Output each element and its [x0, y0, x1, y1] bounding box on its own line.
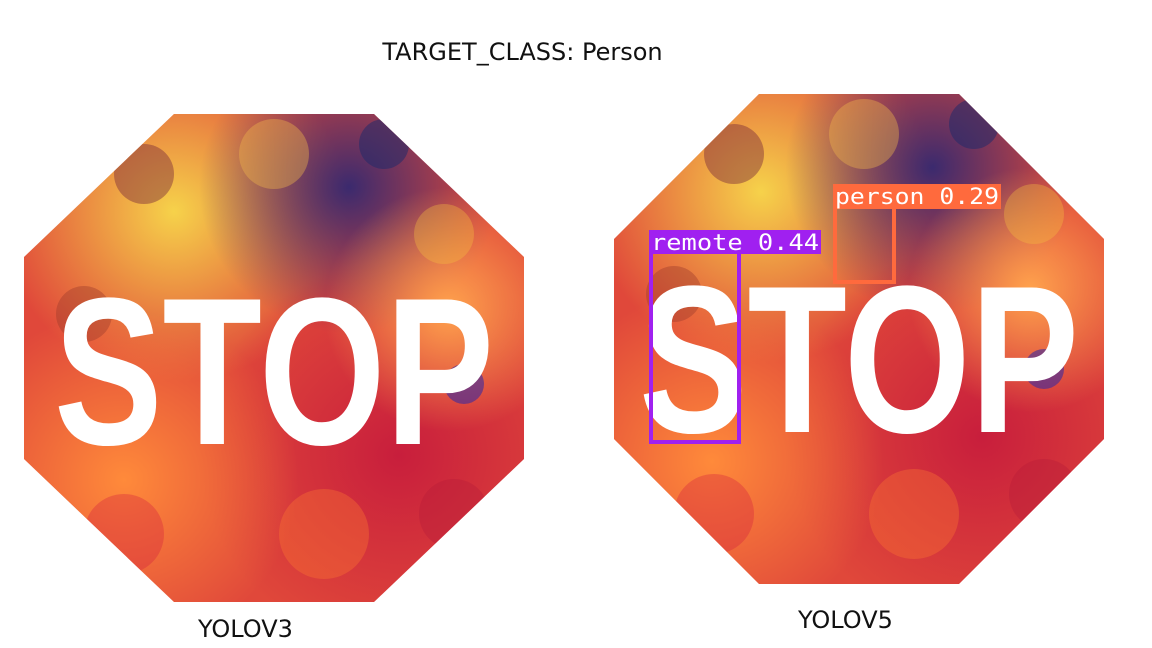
person-label: person 0.29: [835, 185, 999, 210]
yolov3-stop-text: STOP: [54, 254, 494, 489]
target-class-title: TARGET_CLASS: Person: [382, 38, 663, 66]
yolov3-panel: STOP: [24, 114, 524, 602]
yolov5-stop-sign-image: STOP remote 0.44 person 0.29: [614, 94, 1104, 584]
yolov3-stop-sign-image: STOP: [24, 114, 524, 602]
yolov5-panel: STOP remote 0.44 person 0.29: [614, 94, 1104, 584]
yolov5-caption: YOLOV5: [798, 606, 893, 634]
yolov3-caption: YOLOV3: [198, 615, 293, 643]
remote-label: remote 0.44: [651, 231, 819, 256]
